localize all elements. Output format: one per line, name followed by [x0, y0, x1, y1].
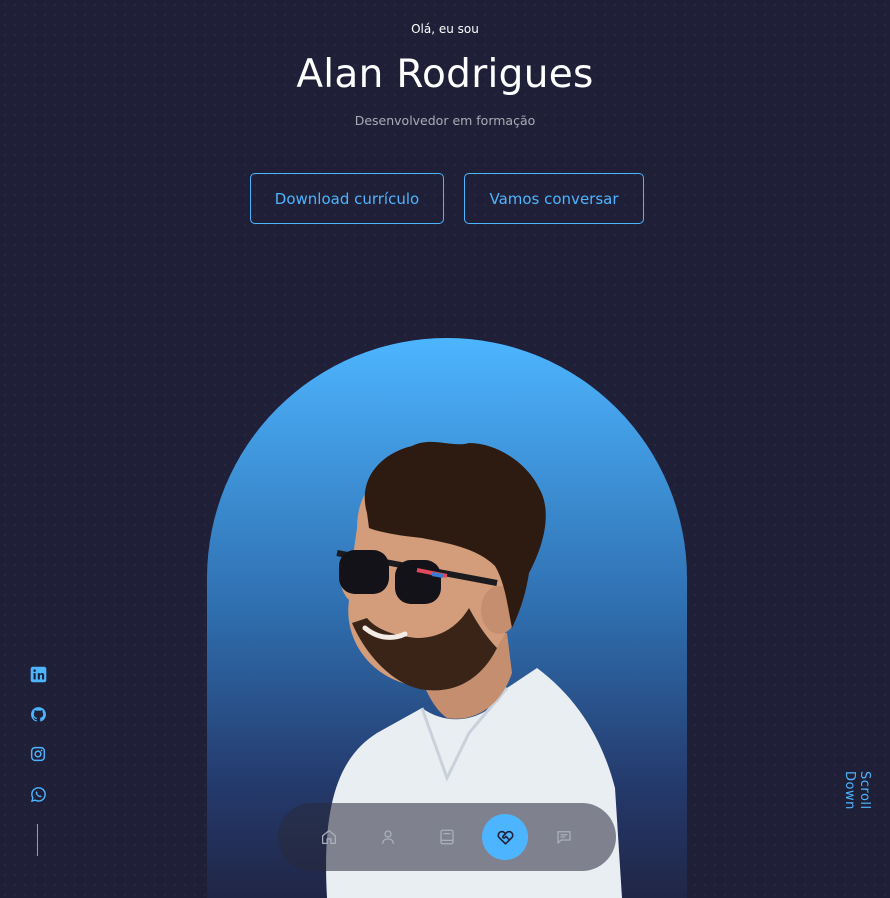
nav-contact-button[interactable] [541, 814, 587, 860]
nav-services-button[interactable] [482, 814, 529, 860]
whatsapp-icon [30, 786, 46, 802]
user-icon [381, 830, 394, 845]
nav-about-button[interactable] [365, 814, 411, 860]
greeting-text: Olá, eu sou [411, 22, 479, 36]
download-cv-button[interactable]: Download currículo [250, 173, 444, 224]
heart-handshake-icon [497, 830, 514, 845]
bottom-navigation [278, 803, 616, 871]
book-icon [439, 829, 454, 845]
whatsapp-link[interactable] [28, 784, 48, 804]
lets-talk-button[interactable]: Vamos conversar [464, 173, 644, 224]
linkedin-icon [30, 666, 46, 682]
social-divider-line [37, 824, 38, 856]
home-icon [321, 829, 337, 845]
github-link[interactable] [28, 704, 48, 724]
instagram-link[interactable] [28, 744, 48, 764]
instagram-icon [30, 746, 46, 762]
nav-experience-button[interactable] [424, 814, 470, 860]
scroll-down-link[interactable]: Scroll Down [842, 771, 872, 853]
social-links [28, 664, 48, 824]
nav-home-button[interactable] [306, 814, 352, 860]
page-title: Alan Rodrigues [296, 52, 594, 97]
github-icon [30, 706, 46, 722]
subtitle-role: Desenvolvedor em formação [354, 113, 536, 128]
linkedin-link[interactable] [28, 664, 48, 684]
message-icon [557, 831, 571, 844]
